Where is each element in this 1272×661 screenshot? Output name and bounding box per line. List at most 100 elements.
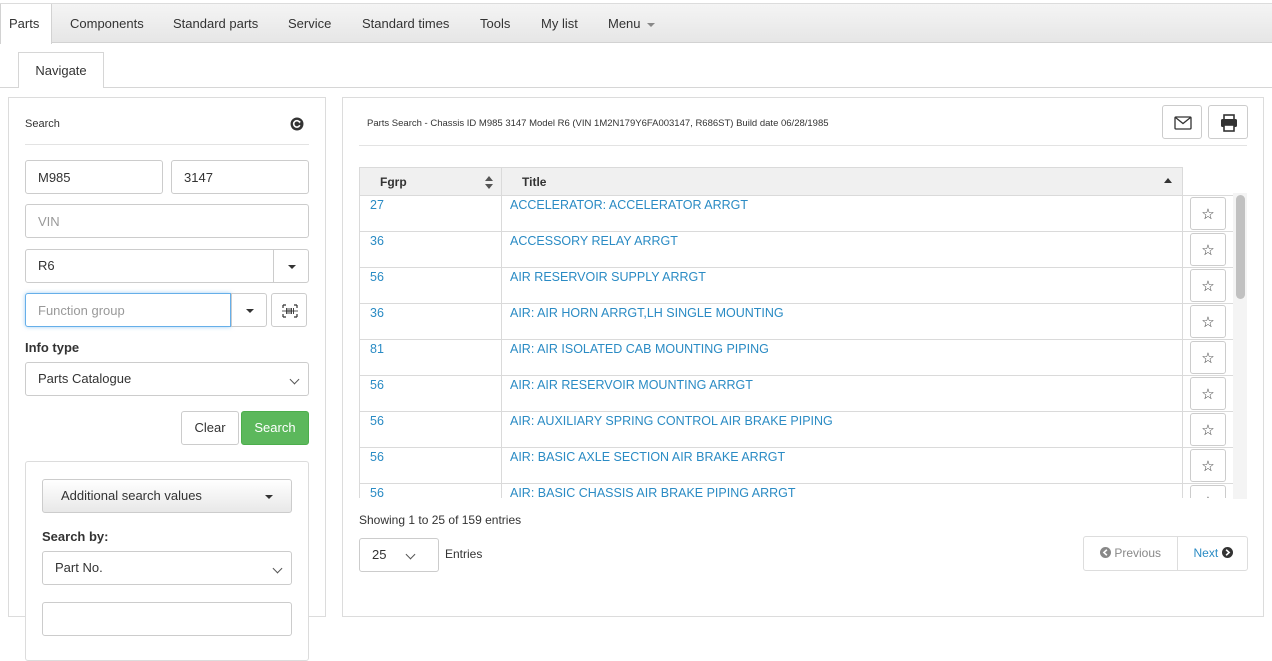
search-value-input[interactable] xyxy=(42,602,292,636)
table-header-row: Fgrp Title xyxy=(359,167,1233,196)
nav-parts[interactable]: Parts xyxy=(0,4,52,44)
search-by-select[interactable]: Part No. xyxy=(42,551,292,585)
pagination: Previous Next xyxy=(1083,536,1248,571)
panel-divider xyxy=(25,144,309,145)
model-dropdown-button[interactable] xyxy=(273,249,309,283)
subtab-divider xyxy=(0,87,1272,88)
caret-down-icon xyxy=(246,309,254,313)
title-link[interactable]: AIR: BASIC AXLE SECTION AIR BRAKE ARRGT xyxy=(510,450,785,464)
table-row: 36 ACCESSORY RELAY ARRGT ☆ xyxy=(359,231,1233,268)
favorite-cell: ☆ xyxy=(1182,411,1233,448)
column-header-favorite xyxy=(1182,167,1233,196)
scrollbar-thumb[interactable] xyxy=(1236,195,1245,299)
model-prefix-input[interactable] xyxy=(25,160,163,194)
caret-down-icon xyxy=(646,22,655,27)
favorite-star-icon[interactable]: ☆ xyxy=(1190,197,1226,230)
arrow-right-circle-icon xyxy=(1221,547,1233,558)
previous-page-button[interactable]: Previous xyxy=(1084,537,1178,570)
title-link[interactable]: AIR RESERVOIR SUPPLY ARRGT xyxy=(510,270,706,284)
title-link[interactable]: AIR: AIR HORN ARRGT,LH SINGLE MOUNTING xyxy=(510,306,784,320)
nav-standard-parts[interactable]: Standard parts xyxy=(173,4,258,43)
title-cell: AIR: BASIC CHASSIS AIR BRAKE PIPING ARRG… xyxy=(501,483,1183,498)
table-scrollbar[interactable] xyxy=(1233,193,1247,499)
next-page-button[interactable]: Next xyxy=(1178,537,1248,570)
title-cell: ACCESSORY RELAY ARRGT xyxy=(501,231,1183,268)
nav-components[interactable]: Components xyxy=(70,4,144,43)
vin-input[interactable] xyxy=(25,204,309,238)
fgrp-link[interactable]: 27 xyxy=(370,198,384,212)
sort-icon xyxy=(485,176,493,189)
table-row: 56 AIR: AUXILIARY SPRING CONTROL AIR BRAK… xyxy=(359,411,1233,448)
caret-down-icon xyxy=(265,495,273,499)
fgrp-link[interactable]: 56 xyxy=(370,414,384,428)
nav-tools[interactable]: Tools xyxy=(480,4,510,43)
column-header-title[interactable]: Title xyxy=(501,167,1183,196)
favorite-star-icon[interactable]: ☆ xyxy=(1190,269,1226,302)
barcode-icon xyxy=(282,304,298,318)
favorite-star-icon[interactable]: ☆ xyxy=(1190,305,1226,338)
print-button[interactable] xyxy=(1208,105,1248,139)
nav-standard-times[interactable]: Standard times xyxy=(362,4,449,43)
favorite-cell: ☆ xyxy=(1182,195,1233,232)
page-length-select[interactable]: 25 xyxy=(359,538,439,572)
fgrp-link[interactable]: 36 xyxy=(370,306,384,320)
search-panel-title: Search xyxy=(25,118,60,130)
email-button[interactable] xyxy=(1162,105,1202,139)
nav-menu[interactable]: Menu xyxy=(608,4,655,43)
favorite-star-icon[interactable]: ☆ xyxy=(1190,377,1226,410)
fgrp-header-label: Fgrp xyxy=(380,174,407,189)
favorite-star-icon[interactable]: ☆ xyxy=(1190,233,1226,266)
fgrp-link[interactable]: 56 xyxy=(370,270,384,284)
fgrp-link[interactable]: 81 xyxy=(370,342,384,356)
next-label: Next xyxy=(1193,546,1219,560)
fgrp-cell: 81 xyxy=(359,339,502,376)
search-by-label: Search by: xyxy=(42,529,109,544)
favorite-cell: ☆ xyxy=(1182,447,1233,484)
chevron-down-icon xyxy=(289,374,300,385)
previous-label: Previous xyxy=(1114,546,1162,560)
fgrp-cell: 36 xyxy=(359,231,502,268)
title-link[interactable]: AIR: BASIC CHASSIS AIR BRAKE PIPING ARRG… xyxy=(510,486,796,498)
model-select[interactable]: R6 xyxy=(25,249,275,283)
tab-navigate[interactable]: Navigate xyxy=(18,52,104,88)
chassis-number-input[interactable] xyxy=(171,160,309,194)
title-link[interactable]: ACCELERATOR: ACCELERATOR ARRGT xyxy=(510,198,748,212)
additional-search-label: Additional search values xyxy=(61,488,202,503)
column-header-fgrp[interactable]: Fgrp xyxy=(359,167,502,196)
info-type-value: Parts Catalogue xyxy=(38,371,132,386)
favorite-cell: ☆ xyxy=(1182,303,1233,340)
function-group-dropdown-button[interactable] xyxy=(231,293,267,327)
favorite-star-icon[interactable]: ☆ xyxy=(1190,413,1226,446)
fgrp-link[interactable]: 56 xyxy=(370,486,384,498)
additional-search-box: Additional search values Search by: Part… xyxy=(25,461,309,661)
additional-search-values-button[interactable]: Additional search values xyxy=(42,479,292,513)
search-button[interactable]: Search xyxy=(241,411,309,445)
title-cell: AIR: BASIC AXLE SECTION AIR BRAKE ARRGT xyxy=(501,447,1183,484)
title-cell: AIR: AIR RESERVOIR MOUNTING ARRGT xyxy=(501,375,1183,412)
favorite-star-icon[interactable]: ☆ xyxy=(1190,449,1226,482)
favorite-star-icon[interactable]: ☆ xyxy=(1190,485,1226,498)
fgrp-link[interactable]: 56 xyxy=(370,378,384,392)
function-group-input[interactable] xyxy=(25,293,231,327)
reset-icon[interactable] xyxy=(290,117,304,131)
info-type-select[interactable]: Parts Catalogue xyxy=(25,362,309,396)
nav-menu-label: Menu xyxy=(608,16,641,31)
fgrp-link[interactable]: 36 xyxy=(370,234,384,248)
title-link[interactable]: AIR: AUXILIARY SPRING CONTROL AIR BRAKE … xyxy=(510,414,833,428)
nav-service[interactable]: Service xyxy=(288,4,331,43)
title-link[interactable]: ACCESSORY RELAY ARRGT xyxy=(510,234,678,248)
barcode-scan-button[interactable] xyxy=(271,293,307,327)
print-icon xyxy=(1221,114,1237,132)
fgrp-cell: 56 xyxy=(359,375,502,412)
favorite-star-icon[interactable]: ☆ xyxy=(1190,341,1226,374)
entries-label: Entries xyxy=(445,547,483,561)
fgrp-link[interactable]: 56 xyxy=(370,450,384,464)
title-link[interactable]: AIR: AIR RESERVOIR MOUNTING ARRGT xyxy=(510,378,753,392)
title-link[interactable]: AIR: AIR ISOLATED CAB MOUNTING PIPING xyxy=(510,342,769,356)
chevron-down-icon xyxy=(405,549,416,560)
search-by-value: Part No. xyxy=(55,560,103,575)
clear-button[interactable]: Clear xyxy=(181,411,239,445)
nav-my-list[interactable]: My list xyxy=(541,4,578,43)
model-value: R6 xyxy=(38,258,55,273)
fgrp-cell: 36 xyxy=(359,303,502,340)
